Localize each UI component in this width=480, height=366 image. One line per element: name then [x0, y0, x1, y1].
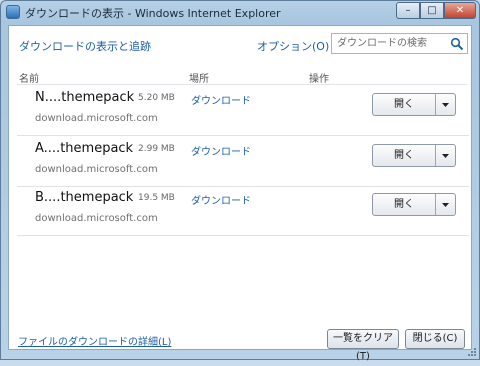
location-link[interactable]: ダウンロード	[191, 143, 251, 158]
maximize-button[interactable]: □	[420, 2, 444, 19]
column-header-place[interactable]: 場所	[189, 70, 209, 85]
file-size: 5.20 MB	[138, 93, 175, 103]
column-header-name[interactable]: 名前	[19, 70, 39, 85]
open-button[interactable]: 開く	[373, 194, 435, 215]
minimize-button[interactable]: –	[396, 2, 420, 19]
download-manager-window: ダウンロードの表示 - Windows Internet Explorer – …	[0, 0, 480, 362]
clear-list-button[interactable]: 一覧をクリア(T)	[327, 329, 399, 362]
title-bar[interactable]: ダウンロードの表示 - Windows Internet Explorer – …	[1, 1, 479, 23]
search-input[interactable]	[332, 34, 449, 53]
row-divider	[17, 235, 469, 236]
ie-app-icon	[6, 5, 20, 19]
file-name: A....themepack	[35, 141, 134, 156]
dropdown-arrow-icon[interactable]	[436, 194, 455, 215]
file-name: N....themepack	[35, 90, 135, 105]
location-link[interactable]: ダウンロード	[191, 92, 251, 107]
search-icon[interactable]	[450, 37, 464, 51]
open-split-button[interactable]: 開く	[372, 193, 456, 216]
download-row[interactable]: A....themepack 2.99 MB download.microsof…	[17, 136, 469, 187]
file-size: 2.99 MB	[138, 144, 175, 154]
open-button[interactable]: 開く	[373, 145, 435, 166]
window-title: ダウンロードの表示 - Windows Internet Explorer	[25, 7, 281, 20]
location-link[interactable]: ダウンロード	[191, 192, 251, 207]
file-size: 19.5 MB	[138, 193, 175, 203]
download-row[interactable]: B....themepack 19.5 MB download.microsof…	[17, 185, 469, 236]
panel-title: ダウンロードの表示と追跡	[19, 40, 151, 53]
close-window-button[interactable]: ✕	[444, 2, 476, 19]
download-details-link[interactable]: ファイルのダウンロードの詳細(L)	[18, 333, 171, 348]
dropdown-arrow-icon[interactable]	[436, 145, 455, 166]
file-source: download.microsoft.com	[35, 213, 158, 224]
file-name: B....themepack	[35, 190, 134, 205]
download-panel: ダウンロードの表示と追跡 オプション(O) 名前 場所 操作 N....them…	[8, 25, 472, 362]
search-box[interactable]	[331, 33, 468, 54]
file-source: download.microsoft.com	[35, 164, 158, 175]
options-link[interactable]: オプション(O)	[257, 38, 329, 54]
close-button[interactable]: 閉じる(C)	[405, 329, 465, 349]
open-split-button[interactable]: 開く	[372, 144, 456, 167]
resize-grip-icon[interactable]	[467, 347, 477, 357]
dropdown-arrow-icon[interactable]	[436, 94, 455, 115]
file-source: download.microsoft.com	[35, 113, 158, 124]
column-header-action[interactable]: 操作	[309, 70, 329, 85]
open-button[interactable]: 開く	[373, 94, 435, 115]
download-row[interactable]: N....themepack 5.20 MB download.microsof…	[17, 85, 469, 136]
open-split-button[interactable]: 開く	[372, 93, 456, 116]
